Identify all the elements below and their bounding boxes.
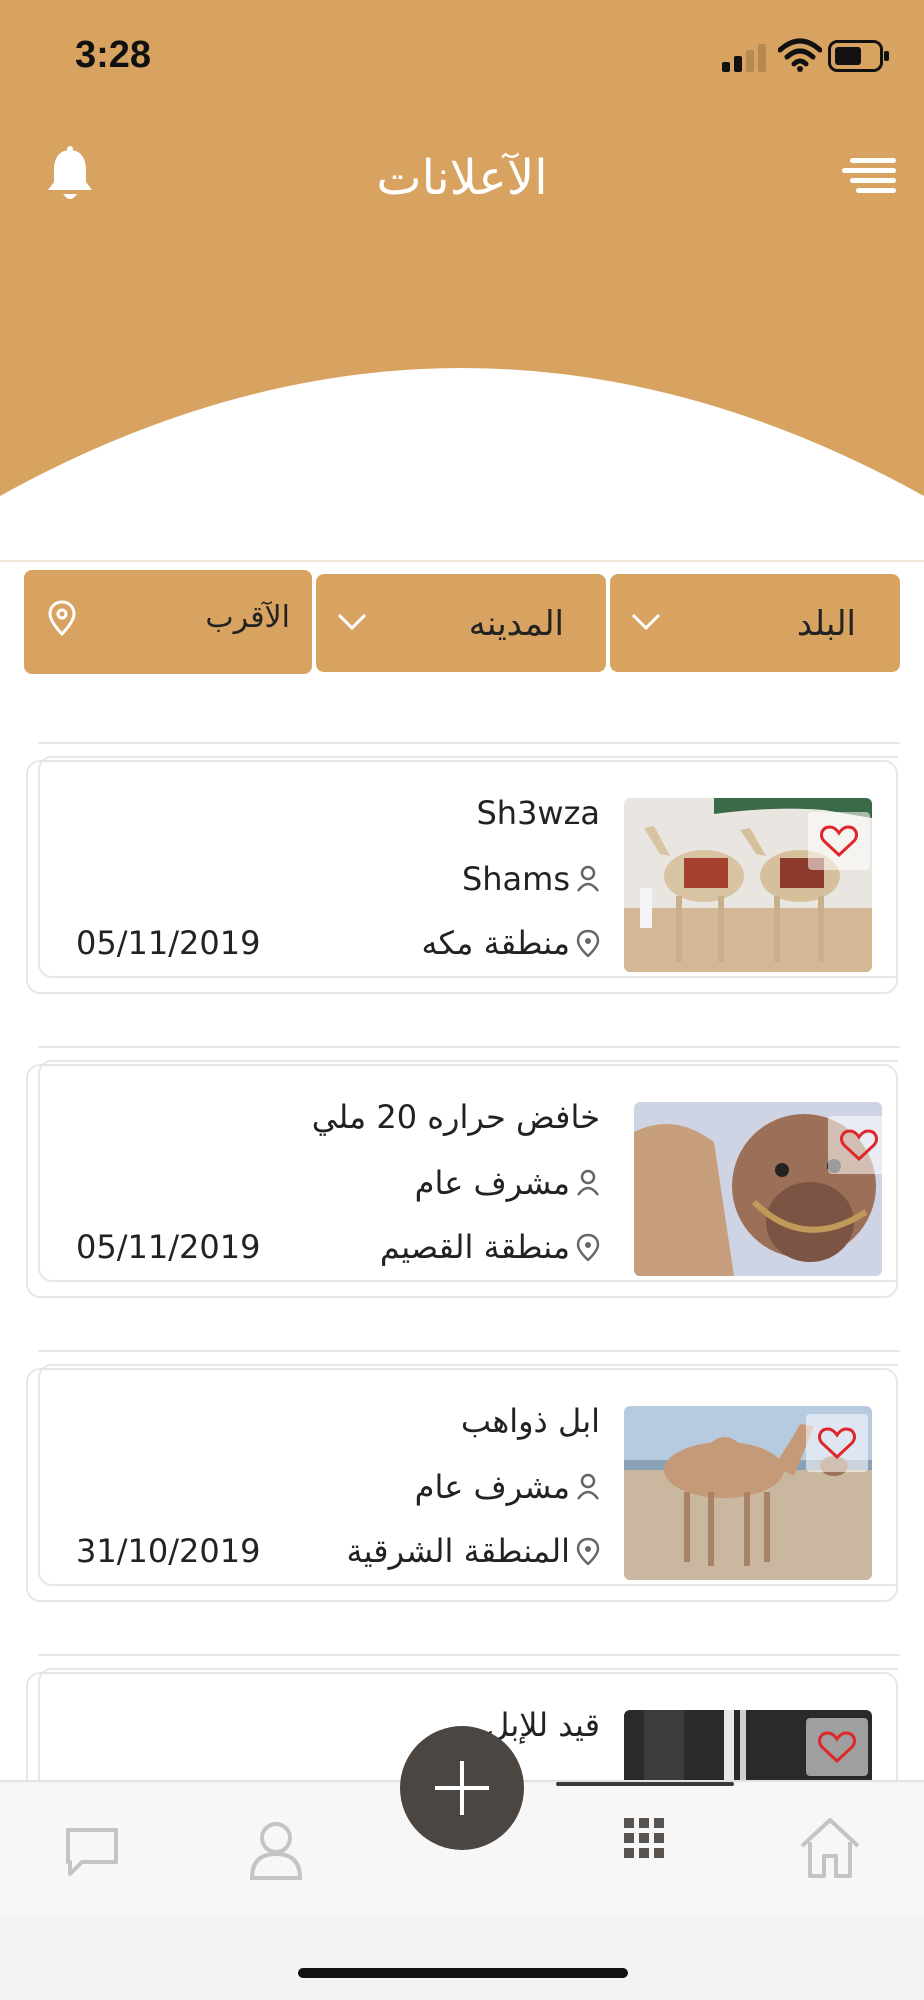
- add-listing-button[interactable]: [400, 1726, 524, 1850]
- filter-divider: [0, 560, 924, 562]
- heart-icon: [818, 1731, 856, 1764]
- home-icon[interactable]: [798, 1816, 862, 1880]
- heart-icon: [840, 1129, 878, 1162]
- country-filter[interactable]: البلد: [610, 574, 900, 672]
- chevron-down-icon: [337, 613, 367, 631]
- location-pin-icon: [576, 1233, 600, 1262]
- home-indicator-area: [0, 1916, 924, 2000]
- location-pin-icon: [576, 929, 600, 958]
- listing-title: خافض حراره 20 ملي: [311, 1098, 600, 1136]
- active-tab-indicator: [556, 1782, 734, 1786]
- plus-icon: [435, 1761, 489, 1815]
- profile-icon[interactable]: [248, 1820, 304, 1882]
- listing-location: منطقة مكه: [421, 924, 600, 964]
- listing-card[interactable]: Sh3wza Shams منطقة مكه 05/11/2019: [26, 742, 900, 994]
- nearest-filter-label: الآقرب: [205, 600, 290, 635]
- bell-icon[interactable]: [44, 146, 96, 202]
- listing-date: 05/11/2019: [76, 924, 261, 962]
- grid-icon[interactable]: [622, 1816, 666, 1860]
- listing-location-name: المنطقة الشرقية: [346, 1532, 570, 1570]
- city-filter[interactable]: المدينه: [316, 574, 606, 672]
- listing-card[interactable]: خافض حراره 20 ملي مشرف عام منطقة القصيم …: [26, 1046, 900, 1298]
- listing-title: قيد للإبل: [486, 1706, 600, 1744]
- country-filter-label: البلد: [796, 604, 856, 644]
- listing-date: 05/11/2019: [76, 1228, 261, 1266]
- status-bar: 3:28: [0, 0, 924, 110]
- favorite-button[interactable]: [806, 1414, 868, 1472]
- listing-location-name: منطقة مكه: [421, 924, 570, 962]
- listing-user-name: مشرف عام: [414, 1468, 570, 1506]
- card-border: [38, 1046, 900, 1048]
- battery-icon: [828, 40, 889, 72]
- favorite-button[interactable]: [808, 812, 870, 870]
- listing-title: Sh3wza: [476, 794, 600, 832]
- user-icon: [576, 865, 600, 892]
- listing-location-name: منطقة القصيم: [379, 1228, 570, 1266]
- card-border: [38, 742, 900, 744]
- heart-icon: [818, 1427, 856, 1460]
- chat-icon[interactable]: [64, 1824, 120, 1880]
- listing-card[interactable]: ابل ذواهب مشرف عام المنطقة الشرقية 31/10…: [26, 1350, 900, 1602]
- user-icon: [576, 1169, 600, 1196]
- listing-user: مشرف عام: [415, 1468, 600, 1508]
- page-title: الآعلانات: [376, 150, 548, 206]
- card-border: [38, 1654, 900, 1656]
- city-filter-label: المدينه: [468, 604, 564, 644]
- home-indicator[interactable]: [298, 1968, 628, 1978]
- listing-user: مشرف عام: [415, 1164, 600, 1204]
- favorite-button[interactable]: [806, 1718, 868, 1776]
- nearest-filter[interactable]: الآقرب: [24, 570, 312, 674]
- favorite-button[interactable]: [828, 1116, 890, 1174]
- listing-user-name: Shams: [461, 860, 570, 898]
- listing-user: Shams: [462, 860, 600, 900]
- user-icon: [576, 1473, 600, 1500]
- listing-user-name: مشرف عام: [414, 1164, 570, 1202]
- listing-title: ابل ذواهب: [460, 1402, 600, 1440]
- listing-location: منطقة القصيم: [380, 1228, 600, 1268]
- status-time: 3:28: [75, 34, 152, 76]
- location-pin-icon: [576, 1537, 600, 1566]
- listing-location: المنطقة الشرقية: [346, 1532, 600, 1572]
- chevron-down-icon: [631, 613, 661, 631]
- location-pin-icon: [48, 600, 76, 636]
- listing-date: 31/10/2019: [76, 1532, 261, 1570]
- heart-icon: [820, 825, 858, 858]
- wifi-icon: [778, 38, 822, 72]
- signal-icon: [722, 44, 766, 72]
- card-border: [38, 1350, 900, 1352]
